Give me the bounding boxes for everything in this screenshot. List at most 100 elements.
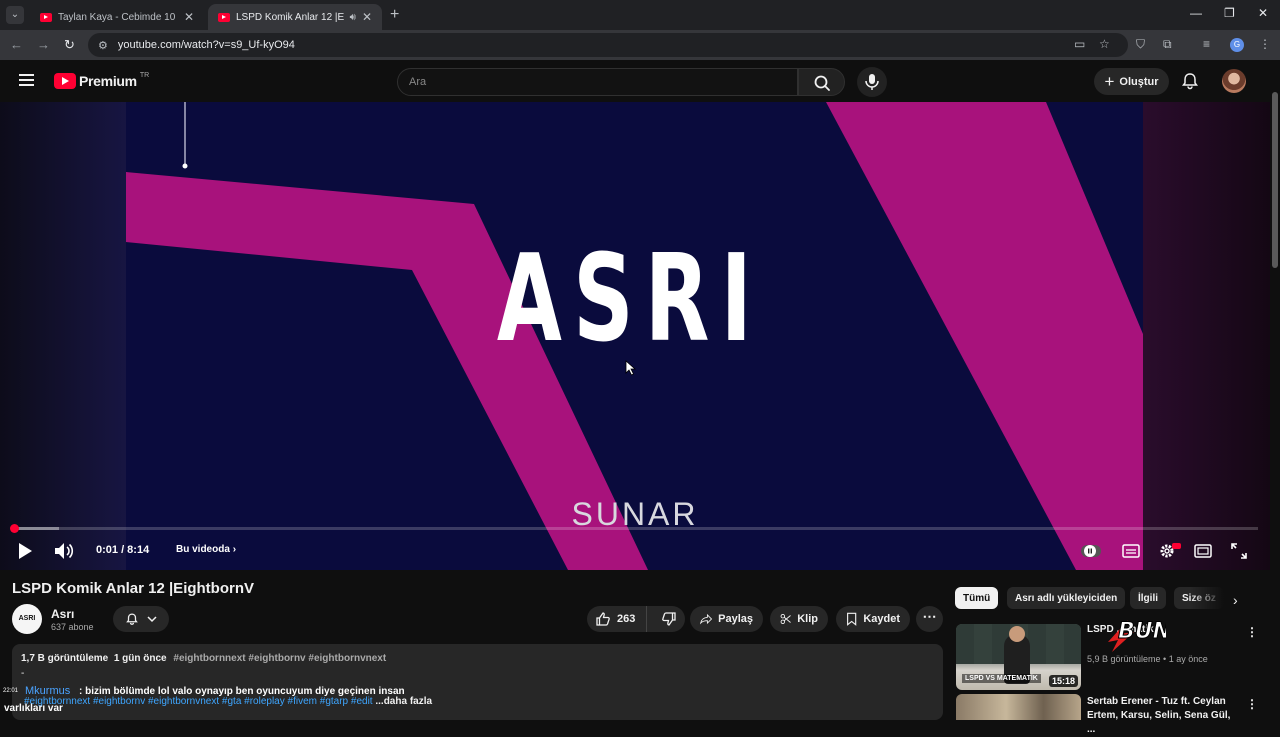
youtube-play-logo-icon	[54, 73, 76, 89]
fullscreen-icon[interactable]	[1230, 542, 1248, 560]
tab-close-icon[interactable]: ✕	[184, 10, 194, 24]
tab-taylan-kaya[interactable]: Taylan Kaya - Cebimde 10 Liram ✕	[30, 4, 204, 30]
youtube-header: Premium TR + Oluştur	[0, 60, 1270, 102]
save-button[interactable]: Kaydet	[836, 606, 910, 632]
new-tab-button[interactable]: +	[390, 6, 399, 24]
audio-playing-icon[interactable]: 🔊︎	[350, 12, 356, 23]
overlay-timestamp: 22:01	[3, 688, 19, 694]
url-text[interactable]: youtube.com/watch?v=s9_Uf-kyO94	[118, 39, 295, 51]
thumbs-down-icon	[662, 612, 676, 626]
video-player[interactable]: ASRI SUNAR 0:01 / 8:14 Bu videoda ›	[0, 102, 1270, 570]
play-icon[interactable]	[17, 542, 33, 560]
like-button[interactable]: 263	[587, 606, 648, 632]
chip-from-uploader[interactable]: Asrı adlı yükleyiciden	[1007, 587, 1126, 609]
thumbnail-label: LSPD VS MATEMATİK	[962, 674, 1041, 683]
voice-search-button[interactable]	[857, 67, 887, 97]
chevron-right-icon[interactable]: ›	[1233, 592, 1238, 608]
description-dash: -	[21, 668, 25, 679]
overlay-message: : bizim bölümde lol valo oynayıp ben oyu…	[79, 686, 405, 697]
country-code: TR	[139, 71, 150, 79]
related-thumbnail[interactable]: LSPD VS MATEMATİK 15:18	[956, 624, 1081, 690]
chip-all[interactable]: Tümü	[955, 587, 999, 609]
related-thumbnail-2[interactable]	[956, 694, 1081, 720]
related-title-2[interactable]: Sertab Erener - Tuz ft. Ceylan Ertem, Ka…	[1087, 695, 1237, 737]
create-button[interactable]: + Oluştur	[1094, 68, 1169, 95]
plus-icon: +	[1104, 72, 1115, 91]
youtube-premium-logo[interactable]: Premium TR	[54, 71, 150, 89]
mouse-cursor-icon	[625, 360, 637, 376]
forward-arrow-icon[interactable]: →	[37, 37, 50, 52]
tab-search-button[interactable]: ⌄	[6, 6, 24, 24]
search-input[interactable]	[398, 69, 797, 95]
browser-tab-bar: ⌄ Taylan Kaya - Cebimde 10 Liram ✕ LSPD …	[0, 0, 1280, 30]
tab-title: Taylan Kaya - Cebimde 10 Liram	[58, 11, 178, 23]
search-box	[397, 68, 798, 96]
browser-address-bar: ← → ↻ ⚙︎ youtube.com/watch?v=s9_Uf-kyO94…	[0, 30, 1280, 60]
subscriber-count: 637 abone	[51, 622, 94, 632]
thumbnail-head	[1009, 626, 1025, 642]
settings-gear-icon[interactable]	[1158, 542, 1182, 560]
volume-icon[interactable]	[54, 542, 74, 560]
omnibox[interactable]: ⚙︎ youtube.com/watch?v=s9_Uf-kyO94	[88, 33, 1128, 57]
chevron-down-icon	[147, 616, 157, 623]
related-more-icon[interactable]: ⋮	[1246, 625, 1258, 639]
browser-profile-icon[interactable]: G	[1230, 38, 1244, 52]
chapters-button[interactable]: Bu videoda ›	[176, 544, 236, 555]
more-actions-button[interactable]: ⋯	[916, 606, 943, 632]
progress-bar[interactable]	[10, 524, 1258, 533]
channel-avatar[interactable]: ASRI	[12, 604, 42, 634]
back-arrow-icon[interactable]: ←	[10, 37, 23, 52]
browser-menu-icon[interactable]: ⋮	[1259, 37, 1271, 51]
account-avatar[interactable]	[1222, 69, 1246, 93]
related-more-icon-2[interactable]: ⋮	[1246, 697, 1258, 711]
search-icon	[814, 75, 830, 91]
chip-related[interactable]: İlgili	[1130, 587, 1166, 609]
video-duration: 15:18	[1048, 675, 1078, 687]
tab-close-icon[interactable]: ✕	[362, 10, 372, 24]
page-scrollbar[interactable]	[1270, 60, 1280, 720]
stream-chat-overlay: 22:01 Mkurmus : bizim bölümde lol valo o…	[0, 684, 600, 720]
minimize-button[interactable]: —	[1190, 6, 1202, 20]
share-label: Paylaş	[718, 613, 753, 625]
bookmark-star-icon[interactable]: ☆	[1099, 37, 1110, 51]
save-label: Kaydet	[863, 613, 900, 625]
theater-mode-icon[interactable]	[1194, 542, 1212, 560]
clip-button[interactable]: Klip	[770, 606, 828, 632]
close-window-button[interactable]: ✕	[1258, 6, 1268, 20]
tab-lspd-video[interactable]: LSPD Komik Anlar 12 |EightbornV 🔊︎ ✕	[208, 4, 382, 30]
time-display: 0:01 / 8:14	[96, 544, 150, 556]
dislike-button[interactable]	[653, 611, 685, 627]
subscribed-notifications-button[interactable]	[113, 606, 169, 632]
notifications-bell-icon[interactable]	[1180, 71, 1200, 91]
scissors-icon	[780, 613, 791, 625]
youtube-favicon-icon	[218, 12, 230, 22]
media-controls-icon[interactable]: ≡	[1203, 37, 1210, 51]
hashtags-top[interactable]: #eightbornnext #eightbornv #eightbornvne…	[173, 653, 386, 664]
subtitles-icon[interactable]	[1122, 542, 1140, 560]
bell-icon	[126, 613, 138, 625]
logo-text: Premium	[79, 73, 137, 89]
upload-age: 1 gün önce	[113, 653, 167, 664]
scrollbar-thumb[interactable]	[1272, 92, 1278, 268]
maximize-button[interactable]: ❐	[1224, 6, 1235, 20]
create-label: Oluştur	[1119, 75, 1159, 88]
ambient-glow-right	[1143, 102, 1270, 570]
cast-icon[interactable]: ▭	[1074, 37, 1085, 51]
site-info-icon[interactable]: ⚙︎	[98, 39, 108, 52]
youtube-favicon-icon	[40, 12, 52, 22]
like-dislike-group: 263	[587, 606, 685, 632]
search-button[interactable]	[798, 68, 845, 96]
guide-menu-icon[interactable]	[19, 74, 34, 86]
tab-title: LSPD Komik Anlar 12 |EightbornV	[236, 11, 344, 23]
share-arrow-icon	[700, 613, 713, 625]
channel-name[interactable]: Asrı	[51, 607, 74, 621]
share-button[interactable]: Paylaş	[690, 606, 763, 632]
thumbs-up-icon	[596, 612, 610, 626]
extensions-puzzle-icon[interactable]: ⧉	[1163, 37, 1172, 52]
scrubber-handle[interactable]	[10, 524, 19, 533]
autoplay-toggle-icon[interactable]	[1080, 542, 1102, 560]
reload-icon[interactable]: ↻	[64, 37, 75, 53]
view-count: 1,7 B görüntüleme	[21, 653, 109, 664]
shield-extension-icon[interactable]: ⛉	[1136, 37, 1145, 52]
brand-title: ASRI	[496, 230, 764, 369]
